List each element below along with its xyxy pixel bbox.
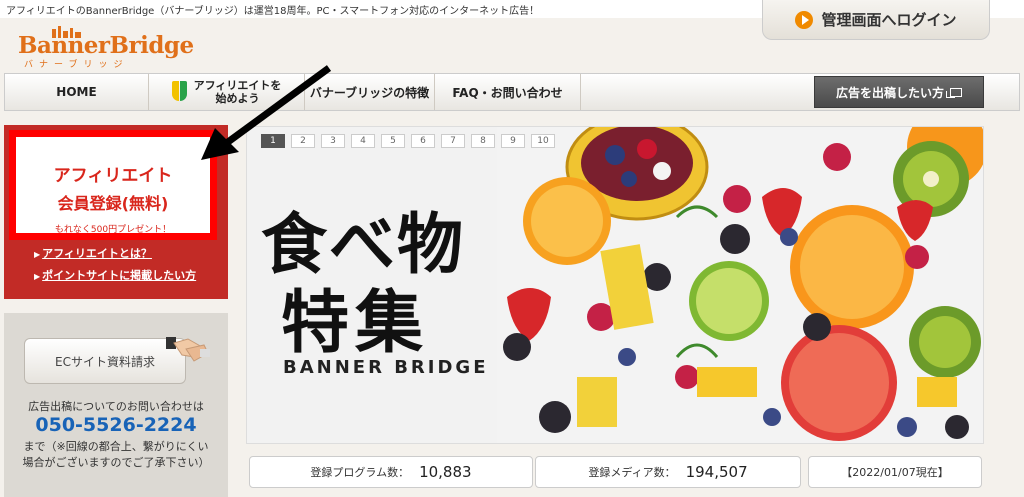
annotation-arrow — [201, 65, 332, 160]
site-logo[interactable]: BannerBridge バナーブリッジ — [18, 26, 194, 70]
contact-note-1: まで（※回線の都合上、繋がりにくい — [23, 440, 209, 453]
handshake-icon — [166, 337, 210, 362]
media-count-label: 登録メディア数： — [588, 466, 676, 479]
register-subtitle: 会員登録(無料) — [57, 194, 169, 213]
what-is-affiliate-link[interactable]: ▶ アフィリエイトとは？ — [34, 245, 152, 261]
stats-date: 【2022/01/07現在】 — [841, 466, 949, 479]
logo-wordmark: BannerBridge — [18, 32, 194, 59]
point-site-link[interactable]: ▶ ポイントサイトに掲載したい方 — [34, 267, 196, 283]
beginner-mark-icon — [171, 81, 188, 103]
triangle-right-icon: ▶ — [34, 250, 41, 259]
stats-date-box: 【2022/01/07現在】 — [808, 456, 982, 488]
external-window-icon — [946, 87, 962, 98]
banner-pager: 1 2 3 4 5 6 7 8 9 10 — [261, 134, 555, 148]
advertiser-button-label: 広告を出稿したい方 — [835, 85, 944, 100]
nav-faq[interactable]: FAQ・お問い合わせ — [435, 74, 581, 110]
banner-headline-2: 特集 — [281, 284, 430, 363]
banner-page-button[interactable]: 4 — [351, 134, 375, 148]
advertiser-contact-panel: ECサイト資料請求 広告出稿についてのお問い合わせは 050-5526-2224… — [4, 313, 228, 497]
login-label: 管理画面へログイン — [821, 11, 957, 29]
banner-page-button[interactable]: 10 — [531, 134, 555, 148]
triangle-right-icon: ▶ — [34, 272, 41, 281]
point-site-label: ポイントサイトに掲載したい方 — [42, 269, 197, 282]
program-count-label: 登録プログラム数： — [310, 466, 410, 479]
ec-materials-button[interactable]: ECサイト資料請求 — [24, 338, 186, 384]
main-nav: HOME アフィリエイトを 始めよう バナーブリッジの特徴 FAQ・お問い合わせ… — [4, 73, 1020, 111]
media-count-box: 登録メディア数： 194,507 — [535, 456, 801, 488]
banner-page-button[interactable]: 1 — [261, 134, 285, 148]
hero-banner[interactable]: 1 2 3 4 5 6 7 8 9 10 食べ物 特集 BANNER BRIDGE — [246, 126, 984, 444]
banner-page-button[interactable]: 3 — [321, 134, 345, 148]
banner-page-button[interactable]: 8 — [471, 134, 495, 148]
admin-login-button[interactable]: 管理画面へログイン — [762, 0, 990, 40]
phone-number[interactable]: 050-5526-2224 — [4, 414, 228, 436]
banner-page-button[interactable]: 6 — [411, 134, 435, 148]
fruit-image — [497, 127, 983, 443]
program-count-value: 10,883 — [419, 463, 472, 481]
logo-kana: バナーブリッジ — [24, 60, 129, 70]
register-button[interactable]: アフィリエイト 会員登録(無料) もれなく500円プレゼント！ — [9, 130, 217, 240]
contact-note-2: 場合がございますのでご了承下さい） — [22, 456, 210, 469]
site-tagline: アフィリエイトのBannerBridge（バナーブリッジ）は運営18周年。PC・… — [6, 6, 540, 17]
banner-page-button[interactable]: 2 — [291, 134, 315, 148]
media-count-value: 194,507 — [685, 463, 748, 481]
banner-brand: BANNER BRIDGE — [283, 357, 489, 378]
contact-intro: 広告出稿についてのお問い合わせは — [28, 400, 204, 413]
banner-page-button[interactable]: 9 — [501, 134, 525, 148]
register-bonus: もれなく500円プレゼント！ — [54, 225, 172, 235]
nav-home[interactable]: HOME — [5, 74, 149, 110]
what-is-affiliate-label: アフィリエイトとは？ — [42, 247, 152, 260]
banner-page-button[interactable]: 5 — [381, 134, 405, 148]
advertiser-button[interactable]: 広告を出稿したい方 — [814, 76, 984, 108]
program-count-box: 登録プログラム数： 10,883 — [249, 456, 533, 488]
play-circle-icon — [795, 10, 814, 29]
register-title: アフィリエイト — [53, 166, 173, 186]
banner-page-button[interactable]: 7 — [441, 134, 465, 148]
